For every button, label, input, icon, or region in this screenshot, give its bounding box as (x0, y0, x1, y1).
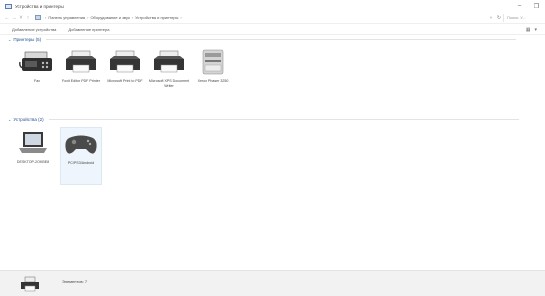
control-panel-icon (35, 15, 41, 20)
chevron-down-icon: ⌄ (8, 117, 12, 122)
fax-icon (19, 51, 52, 71)
title-bar: Устройства и принтеры – ❐ (0, 0, 545, 12)
printer-icon (110, 50, 140, 73)
minimize-button[interactable]: – (511, 0, 528, 12)
breadcrumb-hardware-sound[interactable]: Оборудование и звук (90, 15, 129, 20)
device-label: PC/PS3/Android (67, 161, 95, 165)
status-bar: Элементов: 7 (0, 270, 545, 296)
recent-dropdown-button[interactable]: ˅ (18, 15, 24, 21)
breadcrumb-devices-printers[interactable]: Устройства и принтеры (135, 15, 178, 20)
item-count: Элементов: 7 (62, 279, 88, 284)
section-divider (48, 119, 519, 120)
device-fax[interactable]: Fax (16, 48, 58, 84)
view-options-icon[interactable]: ▦ (526, 27, 531, 33)
printer-icon (66, 50, 96, 73)
command-bar: Добавление устройства Добавление принтер… (0, 23, 545, 35)
breadcrumb: › Панель управления › Оборудование и зву… (35, 15, 184, 20)
device-label: Foxit Editor PDF Printer (62, 79, 100, 83)
restore-button[interactable]: ❐ (528, 0, 545, 12)
chevron-down-icon: ⌄ (8, 37, 12, 42)
device-foxit-pdf-printer[interactable]: Foxit Editor PDF Printer (60, 48, 102, 84)
printer-icon (154, 50, 184, 73)
window-title: Устройства и принтеры (15, 3, 64, 9)
laser-printer-icon (202, 49, 224, 75)
forward-button[interactable]: → (11, 15, 17, 21)
address-bar: ← → ˅ ↑ › Панель управления › Оборудован… (0, 12, 545, 23)
gamepad-icon (65, 135, 97, 154)
device-label: DESKTOP-2OKBE8 (16, 160, 50, 164)
search-input[interactable]: Поиск: У... (503, 13, 545, 22)
device-microsoft-xps-writer[interactable]: Microsoft XPS Document Writer (148, 48, 190, 88)
add-printer-button[interactable]: Добавление принтера (68, 27, 109, 32)
address-bar-right: ˅ ↻ Поиск: У... (487, 12, 545, 23)
window-controls: – ❐ (511, 0, 545, 12)
refresh-button[interactable]: ↻ (495, 15, 503, 21)
laptop-icon (19, 132, 47, 153)
address-dropdown-button[interactable]: ˅ (487, 15, 495, 20)
section-divider (46, 39, 517, 40)
device-desktop-computer[interactable]: DESKTOP-2OKBE8 (12, 129, 54, 165)
add-device-button[interactable]: Добавление устройства (12, 27, 56, 32)
device-gamepad[interactable]: PC/PS3/Android (60, 127, 102, 185)
device-label: Xerox Phaser 3250 (197, 79, 229, 83)
device-label: Fax (34, 79, 40, 83)
printer-icon (21, 276, 39, 292)
view-dropdown-icon[interactable]: ▾ (534, 27, 537, 33)
devices-folder-icon (5, 3, 12, 9)
device-label: Microsoft XPS Document Writer (148, 79, 190, 88)
up-button[interactable]: ↑ (25, 15, 31, 21)
device-microsoft-print-to-pdf[interactable]: Microsoft Print to PDF (104, 48, 146, 84)
breadcrumb-control-panel[interactable]: Панель управления (48, 15, 85, 20)
devices-section-header[interactable]: ⌄ Устройства (2) (8, 117, 519, 122)
device-xerox-phaser[interactable]: Xerox Phaser 3250 (192, 48, 234, 84)
printers-section-header[interactable]: ⌄ Принтеры (5) (8, 37, 517, 42)
view-controls: ▦ ▾ (522, 24, 537, 36)
back-button[interactable]: ← (4, 15, 10, 21)
device-label: Microsoft Print to PDF (107, 79, 143, 83)
